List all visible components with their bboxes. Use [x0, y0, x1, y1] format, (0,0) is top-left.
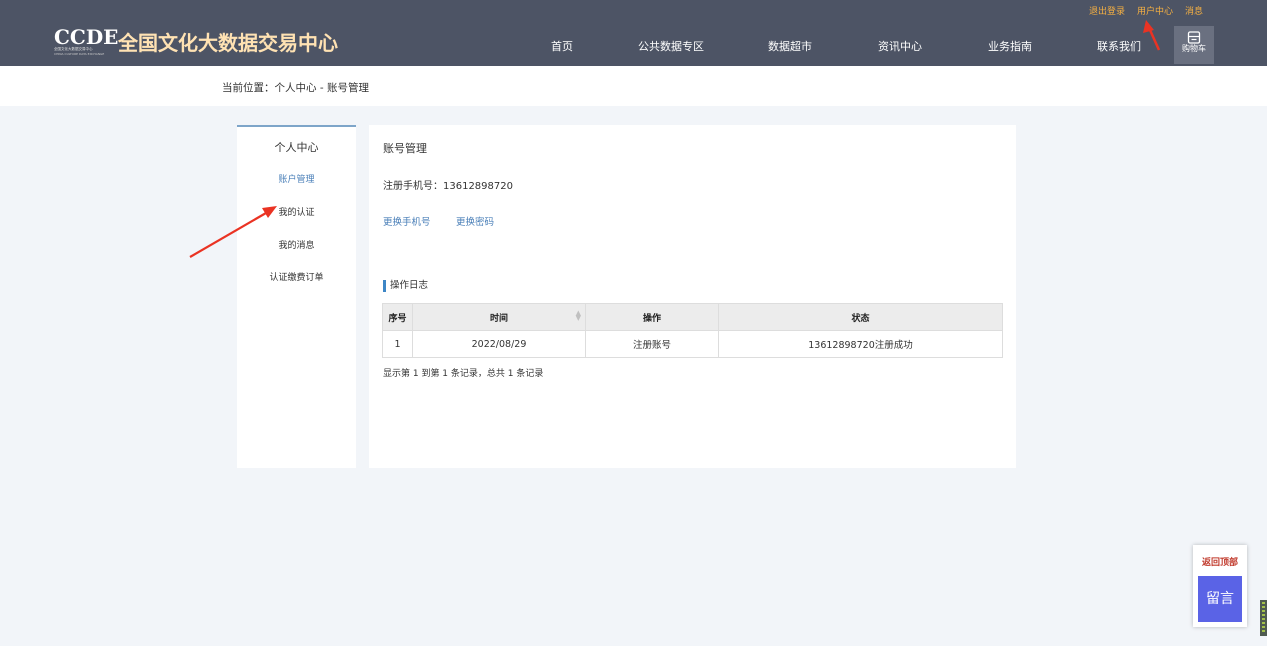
top-links: 退出登录 用户中心 消息	[1089, 4, 1203, 17]
sort-icon[interactable]: ▲ ▼	[576, 310, 581, 322]
change-phone-link[interactable]: 更换手机号	[383, 214, 431, 228]
nav-news[interactable]: 资讯中心	[878, 38, 922, 54]
cart-label: 购物车	[1182, 44, 1206, 53]
col-header-status[interactable]: 状态	[718, 303, 1003, 331]
back-to-top-button[interactable]: 返回顶部	[1193, 555, 1247, 568]
sidebar: 个人中心 账户管理 我的认证 我的消息 认证缴费订单	[237, 125, 356, 468]
col-header-time[interactable]: 时间 ▲ ▼	[412, 303, 586, 331]
breadcrumb: 当前位置：个人中心 - 账号管理	[222, 82, 369, 94]
cart-icon	[1187, 31, 1201, 44]
side-feedback-tab[interactable]	[1260, 600, 1267, 636]
phone-row: 注册手机号：13612898720	[383, 177, 513, 192]
cell-index: 1	[382, 330, 413, 358]
logout-link[interactable]: 退出登录	[1089, 4, 1125, 17]
cell-action: 注册账号	[585, 330, 719, 358]
sidebar-item-cert-orders[interactable]: 认证缴费订单	[237, 270, 356, 283]
log-title: 操作日志	[383, 280, 428, 292]
sidebar-item-messages[interactable]: 我的消息	[237, 238, 356, 251]
panel-title: 账号管理	[383, 142, 427, 155]
log-table: 序号 时间 ▲ ▼ 操作 状态 1 2022/08/29 注册账号 1361289…	[382, 303, 1003, 358]
sidebar-item-account[interactable]: 账户管理	[237, 172, 356, 185]
breadcrumb-bar: 当前位置：个人中心 - 账号管理	[0, 66, 1267, 106]
col-header-index[interactable]: 序号	[382, 303, 413, 331]
cart-button[interactable]: 购物车	[1174, 26, 1214, 64]
sidebar-title: 个人中心	[274, 141, 319, 154]
nav-guide[interactable]: 业务指南	[988, 38, 1032, 54]
cell-status: 13612898720注册成功	[718, 330, 1003, 358]
account-panel: 账号管理 注册手机号：13612898720 更换手机号 更换密码 操作日志 序…	[369, 125, 1016, 468]
nav-home[interactable]: 首页	[551, 38, 573, 54]
table-header-row: 序号 时间 ▲ ▼ 操作 状态	[382, 303, 1003, 331]
floating-toolbar: 返回顶部 留言	[1193, 545, 1247, 627]
messages-link[interactable]: 消息	[1185, 4, 1203, 17]
phone-value: 13612898720	[443, 181, 513, 192]
phone-label: 注册手机号：	[383, 181, 443, 192]
site-header: 退出登录 用户中心 消息 CCDE 全国文化大数据交易中心 CHINA CULT…	[0, 0, 1267, 66]
nav-public-data[interactable]: 公共数据专区	[638, 38, 704, 54]
sidebar-item-certification[interactable]: 我的认证	[237, 205, 356, 218]
pagination-info: 显示第 1 到第 1 条记录，总共 1 条记录	[383, 369, 544, 379]
nav-data-market[interactable]: 数据超市	[768, 38, 812, 54]
col-header-action[interactable]: 操作	[585, 303, 719, 331]
leave-message-button[interactable]: 留言	[1198, 576, 1242, 622]
logo-sub-en: CHINA CULTURE DATA EXCHANGE	[54, 52, 105, 56]
user-center-link[interactable]: 用户中心	[1137, 4, 1173, 17]
main-nav: 首页 公共数据专区 数据超市 资讯中心 业务指南 联系我们	[0, 38, 1267, 54]
cell-time: 2022/08/29	[412, 330, 586, 358]
nav-contact[interactable]: 联系我们	[1097, 38, 1141, 54]
change-password-link[interactable]: 更换密码	[456, 214, 494, 228]
table-row: 1 2022/08/29 注册账号 13612898720注册成功	[382, 330, 1003, 358]
